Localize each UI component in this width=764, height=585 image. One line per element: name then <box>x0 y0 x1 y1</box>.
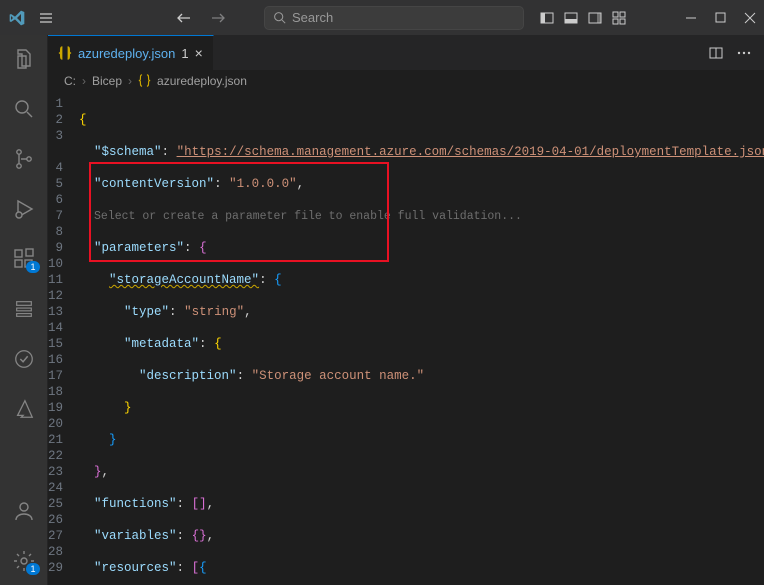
line-number: 27 <box>48 528 63 544</box>
nav-group <box>176 10 226 26</box>
line-number: 28 <box>48 544 63 560</box>
line-number: 4 <box>48 160 63 176</box>
line-number: 10 <box>48 256 63 272</box>
json-file-icon <box>138 74 151 87</box>
line-number: 11 <box>48 272 63 288</box>
explorer-icon[interactable] <box>0 43 48 75</box>
breadcrumb-seg[interactable]: azuredeploy.json <box>157 74 247 88</box>
line-number: 26 <box>48 512 63 528</box>
line-number: 6 <box>48 192 63 208</box>
tab-bar: azuredeploy.json 1 × <box>48 35 764 70</box>
line-number: 2 <box>48 112 63 128</box>
tab-dirty: 1 <box>181 46 188 61</box>
nav-forward-icon[interactable] <box>210 10 226 26</box>
chevron-right-icon: › <box>82 74 86 88</box>
chevron-right-icon: › <box>128 74 132 88</box>
search-icon <box>273 11 286 24</box>
maximize-icon[interactable] <box>715 12 726 23</box>
line-number: 5 <box>48 176 63 192</box>
search-input[interactable]: Search <box>264 6 524 30</box>
nav-back-icon[interactable] <box>176 10 192 26</box>
layout-controls <box>539 10 627 26</box>
line-number-gutter: 1234567891011121314151617181920212223242… <box>48 92 75 585</box>
tab-filename: azuredeploy.json <box>78 46 175 61</box>
toggle-sidebar-icon[interactable] <box>539 10 555 26</box>
title-bar: Search <box>0 0 764 35</box>
arm-template-icon[interactable] <box>0 293 48 325</box>
line-number: 25 <box>48 496 63 512</box>
minimize-icon[interactable] <box>685 12 697 24</box>
source-control-icon[interactable] <box>0 143 48 175</box>
close-icon[interactable] <box>744 12 756 24</box>
vscode-logo-icon <box>8 9 26 27</box>
line-number: 20 <box>48 416 63 432</box>
breadcrumb-seg[interactable]: Bicep <box>92 74 122 88</box>
split-editor-icon[interactable] <box>708 45 724 61</box>
code-content[interactable]: { "$schema": "https://schema.management.… <box>75 92 764 585</box>
line-number: 21 <box>48 432 63 448</box>
activity-bar: 1 1 <box>0 35 48 585</box>
toggle-secondary-icon[interactable] <box>587 10 603 26</box>
line-number: 22 <box>48 448 63 464</box>
run-debug-icon[interactable] <box>0 193 48 225</box>
line-number: 23 <box>48 464 63 480</box>
line-number <box>48 144 63 160</box>
tab-close-icon[interactable]: × <box>195 45 203 61</box>
line-number: 16 <box>48 352 63 368</box>
breadcrumb-seg[interactable]: C: <box>64 74 76 88</box>
line-number: 29 <box>48 560 63 576</box>
line-number: 15 <box>48 336 63 352</box>
line-number: 1 <box>48 96 63 112</box>
line-number: 12 <box>48 288 63 304</box>
line-number: 8 <box>48 224 63 240</box>
line-number: 9 <box>48 240 63 256</box>
tab-azuredeploy[interactable]: azuredeploy.json 1 × <box>48 35 214 70</box>
line-number: 24 <box>48 480 63 496</box>
code-editor[interactable]: 1234567891011121314151617181920212223242… <box>48 92 764 585</box>
settings-gear-icon[interactable]: 1 <box>0 545 48 577</box>
search-icon[interactable] <box>0 93 48 125</box>
accounts-icon[interactable] <box>0 495 48 527</box>
more-actions-icon[interactable] <box>736 45 752 61</box>
line-number: 19 <box>48 400 63 416</box>
customize-layout-icon[interactable] <box>611 10 627 26</box>
azure-icon[interactable] <box>0 393 48 425</box>
search-placeholder: Search <box>292 10 333 25</box>
line-number: 3 <box>48 128 63 144</box>
line-number: 14 <box>48 320 63 336</box>
line-number: 17 <box>48 368 63 384</box>
line-number: 13 <box>48 304 63 320</box>
extensions-icon[interactable]: 1 <box>0 243 48 275</box>
toggle-panel-icon[interactable] <box>563 10 579 26</box>
todo-icon[interactable] <box>0 343 48 375</box>
settings-badge: 1 <box>26 563 39 575</box>
line-number: 7 <box>48 208 63 224</box>
line-number: 18 <box>48 384 63 400</box>
breadcrumb[interactable]: C: › Bicep › azuredeploy.json <box>48 70 764 92</box>
menu-icon[interactable] <box>34 10 58 26</box>
ext-badge: 1 <box>26 261 39 273</box>
json-file-icon <box>58 46 72 60</box>
codelens-hint[interactable]: Select or create a parameter file to ena… <box>94 210 522 223</box>
